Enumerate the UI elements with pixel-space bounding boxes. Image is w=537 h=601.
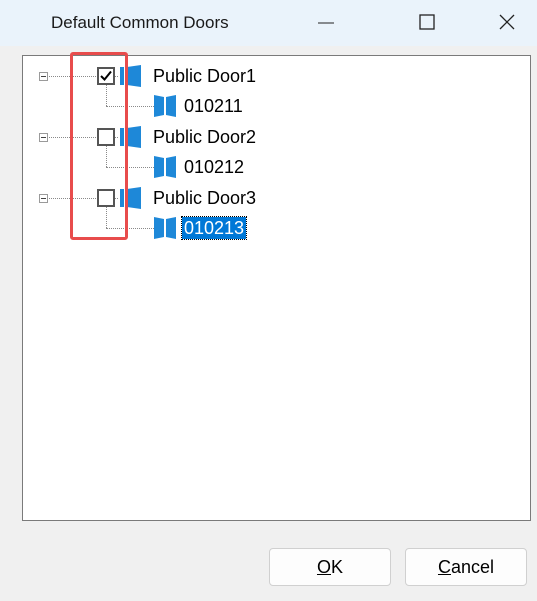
ok-label-rest: K: [331, 557, 344, 577]
checkbox-public-door3[interactable]: [97, 189, 115, 207]
collapse-toggle-icon[interactable]: [39, 194, 48, 203]
tree-connector: [106, 228, 154, 229]
checkmark-icon: [100, 70, 112, 81]
tree-node-public-door2[interactable]: Public Door2: [153, 126, 256, 148]
close-icon: [499, 14, 515, 30]
ok-button[interactable]: OK: [269, 548, 391, 586]
close-button[interactable]: [476, 0, 536, 46]
door-icon: [154, 95, 176, 117]
tree-node-public-door3[interactable]: Public Door3: [153, 187, 256, 209]
minimize-button[interactable]: [296, 0, 356, 46]
checkbox-public-door2[interactable]: [97, 128, 115, 146]
tree-node-public-door1[interactable]: Public Door1: [153, 65, 256, 87]
cancel-label-rest: ancel: [450, 557, 495, 577]
tree-connector: [106, 167, 154, 168]
tree-connector: [106, 85, 107, 106]
door-icon: [154, 217, 176, 239]
minimize-icon: [318, 22, 334, 24]
tree-connector: [106, 106, 154, 107]
door-icon: [120, 65, 141, 87]
collapse-toggle-icon[interactable]: [39, 133, 48, 142]
maximize-icon: [419, 14, 435, 30]
tree-node-010211[interactable]: 010211: [184, 95, 243, 117]
door-tree[interactable]: Public Door1 010211 Public Door2 010212 …: [22, 55, 531, 521]
cancel-mnemonic: C: [437, 557, 451, 577]
cancel-button[interactable]: Cancel: [405, 548, 527, 586]
collapse-toggle-icon[interactable]: [39, 72, 48, 81]
tree-connector: [106, 146, 107, 167]
maximize-button[interactable]: [396, 0, 456, 46]
ok-mnemonic: O: [316, 557, 331, 577]
door-icon: [120, 187, 141, 209]
tree-node-010213[interactable]: 010213: [180, 216, 248, 240]
tree-node-010212[interactable]: 010212: [184, 156, 244, 178]
checkbox-public-door1[interactable]: [97, 67, 115, 85]
door-icon: [120, 126, 141, 148]
title-bar: Default Common Doors: [0, 0, 537, 46]
tree-connector: [106, 207, 107, 228]
window-title: Default Common Doors: [51, 13, 229, 32]
door-icon: [154, 156, 176, 178]
